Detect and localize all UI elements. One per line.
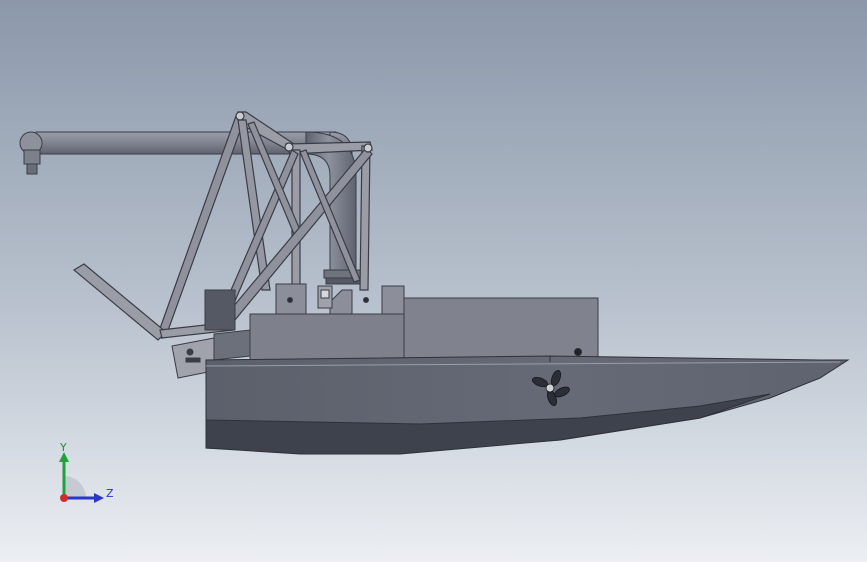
triad-plane-icon [64,476,86,498]
viewport-background [0,0,867,562]
z-axis-label: Z [106,487,114,500]
y-axis-label: Y [59,441,67,454]
model-scene [0,0,867,562]
cad-viewport[interactable]: Y Z [0,0,867,562]
z-axis-head-icon [94,493,104,503]
orientation-triad: Y Z [59,441,114,503]
triad-origin-icon [60,494,68,502]
